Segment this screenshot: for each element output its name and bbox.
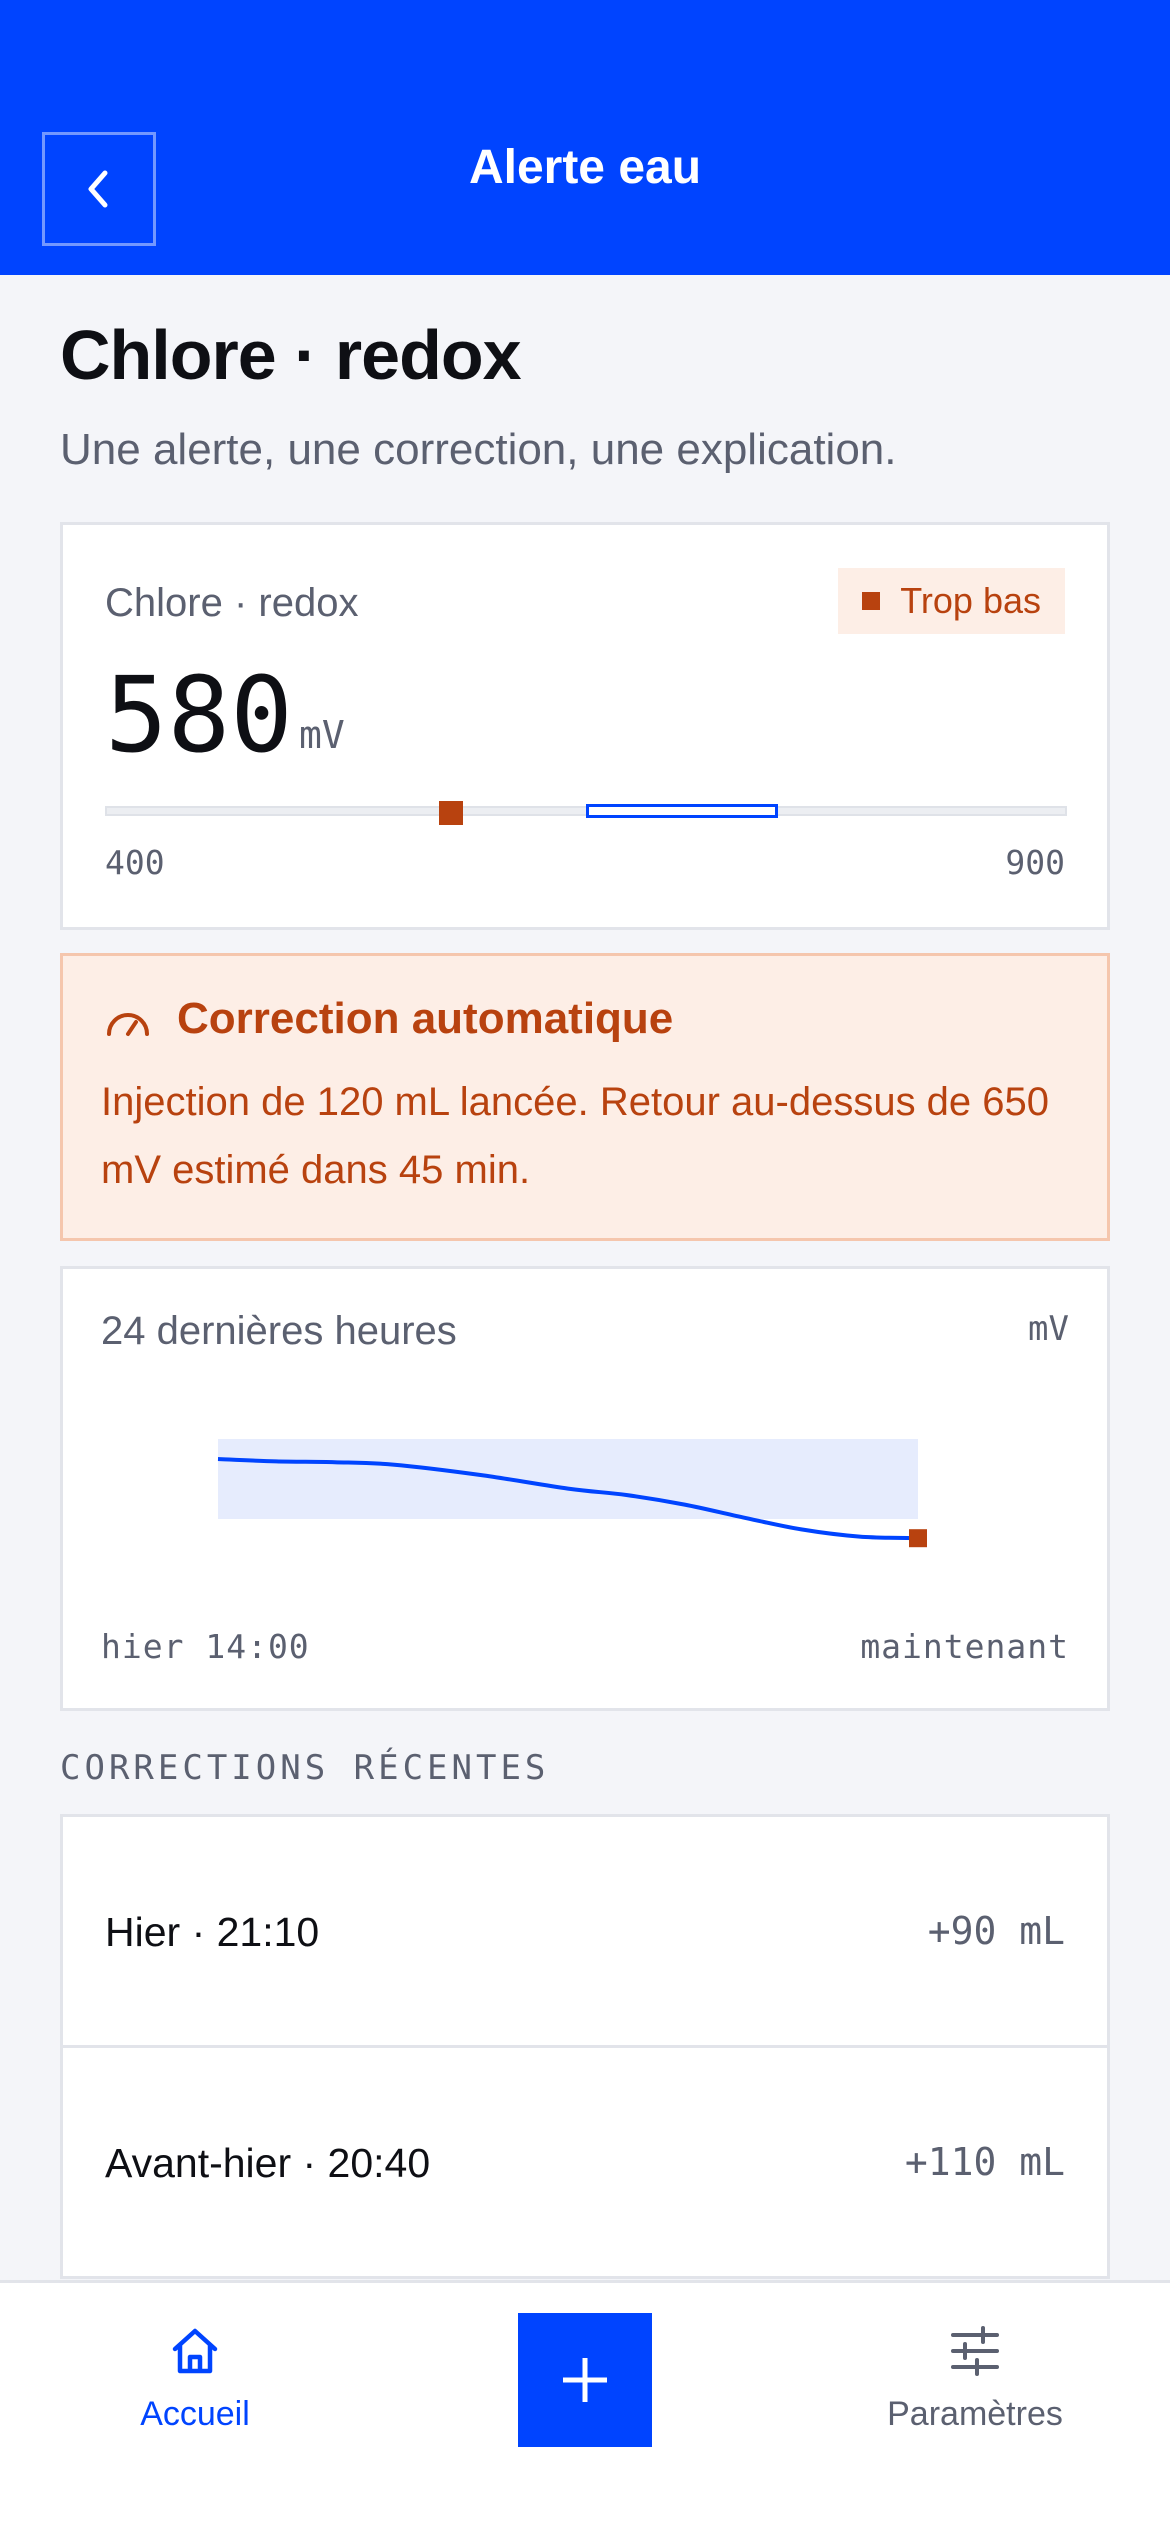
page-subtitle: Une alerte, une correction, une explicat…: [60, 425, 897, 474]
nav-home-label: Accueil: [140, 2395, 250, 2433]
chart-x-start-label: hier 14:00: [101, 1627, 310, 1666]
correction-date: Avant-hier · 20:40: [105, 2140, 431, 2186]
section-title: CORRECTIONS RÉCENTES: [60, 1748, 550, 1788]
correction-amount: +90 mL: [927, 1909, 1065, 1953]
status-badge: Trop bas: [838, 568, 1065, 634]
page-title: Chlore · redox: [60, 316, 522, 394]
correction-title: Correction automatique: [177, 994, 674, 1043]
reading-label: Chlore · redox: [105, 581, 359, 625]
reading-card: Chlore · redox Trop bas 580 mV 400 900: [60, 522, 1110, 930]
corrections-list: Hier · 21:10 +90 mL Avant-hier · 20:40 +…: [60, 1814, 1110, 2279]
correction-date: Hier · 21:10: [105, 1909, 320, 1955]
gauge-min-label: 400: [105, 843, 165, 882]
chart-card: 24 dernières heures mV hier 14:00 mainte…: [60, 1266, 1110, 1711]
gauge-value-marker: [439, 801, 464, 825]
list-item[interactable]: Avant-hier · 20:40 +110 mL: [63, 2048, 1107, 2276]
correction-amount: +110 mL: [904, 2140, 1065, 2184]
gauge-target-range: [586, 804, 779, 818]
last-point-marker: [909, 1529, 927, 1548]
reading-unit: mV: [299, 713, 345, 757]
nav-item-settings[interactable]: Paramètres: [825, 2323, 1125, 2434]
status-text: Trop bas: [900, 580, 1041, 621]
correction-card: Correction automatique Injection de 120 …: [60, 953, 1110, 1241]
nav-item-home[interactable]: Accueil: [45, 2323, 345, 2434]
list-item[interactable]: Hier · 21:10 +90 mL: [63, 1817, 1107, 2048]
add-button[interactable]: [518, 2313, 652, 2447]
top-app-bar: Alerte eau: [0, 0, 1170, 275]
nav-settings-label: Paramètres: [887, 2395, 1063, 2433]
correction-text: Injection de 120 mL lancée. Retour au-de…: [101, 1080, 1050, 1192]
plus-icon: [563, 2358, 607, 2402]
sliders-icon: [951, 2326, 999, 2376]
chart-x-end-label: maintenant: [860, 1627, 1069, 1666]
reading-value: 580: [105, 654, 293, 776]
status-square-icon: [862, 592, 881, 610]
home-icon: [172, 2328, 218, 2374]
bottom-nav: Accueil Paramètres: [0, 2280, 1170, 2532]
gauge-icon: [107, 1013, 149, 1036]
target-band: [218, 1439, 918, 1519]
gauge-max-label: 900: [1005, 843, 1065, 882]
app-bar-title: Alerte eau: [468, 141, 702, 194]
